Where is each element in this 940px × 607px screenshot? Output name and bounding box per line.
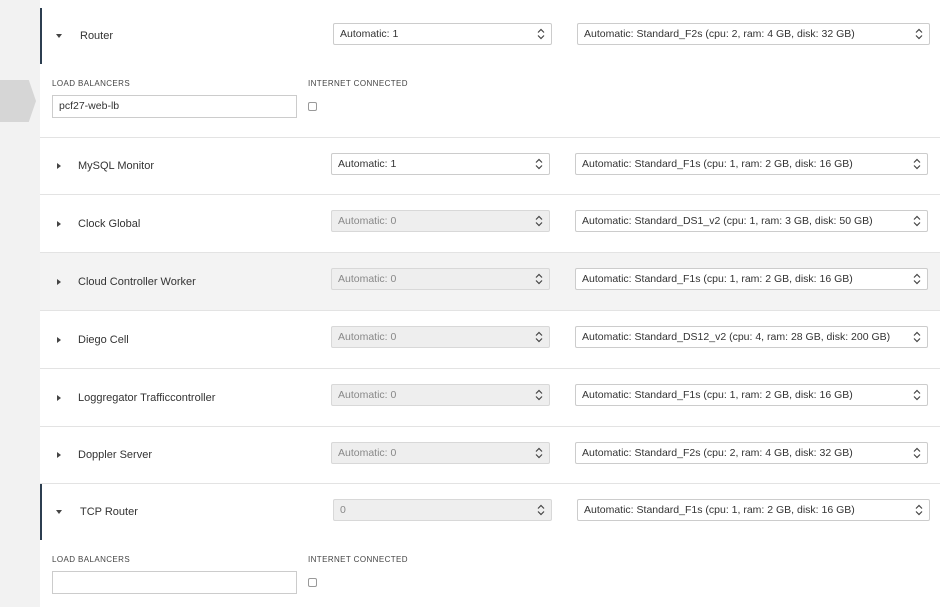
internet-connected-label: INTERNET CONNECTED xyxy=(308,555,408,564)
job-name: Doppler Server xyxy=(78,449,152,461)
chevron-right-icon[interactable] xyxy=(57,394,61,401)
vm-type-select[interactable]: Automatic: Standard_F1s (cpu: 1, ram: 2 … xyxy=(577,499,930,521)
job-name: Clock Global xyxy=(78,217,141,230)
job-name: TCP Router xyxy=(80,506,138,518)
job-row-router: Router Automatic: 1 Automatic: Standard_… xyxy=(40,8,940,64)
select-arrows-icon xyxy=(913,215,921,227)
chevron-right-icon[interactable] xyxy=(57,220,61,227)
job-row-clock-global: Clock Global Automatic: 0 Automatic: Sta… xyxy=(40,195,940,253)
instances-select[interactable]: Automatic: 1 xyxy=(333,23,552,45)
select-arrows-icon xyxy=(535,389,543,401)
instances-select: Automatic: 0 xyxy=(331,210,550,232)
instances-select: Automatic: 0 xyxy=(331,384,550,406)
select-arrows-icon xyxy=(535,158,543,170)
instances-select[interactable]: Automatic: 1 xyxy=(331,153,550,175)
chevron-right-icon[interactable] xyxy=(57,163,61,169)
vm-type-select[interactable]: Automatic: Standard_F1s (cpu: 1, ram: 2 … xyxy=(575,153,928,175)
load-balancers-label: LOAD BALANCERS xyxy=(52,555,131,564)
vm-type-select[interactable]: Automatic: Standard_F2s (cpu: 2, ram: 4 … xyxy=(575,442,928,464)
job-row-doppler-server: Doppler Server Automatic: 0 Automatic: S… xyxy=(40,427,940,484)
vm-type-select[interactable]: Automatic: Standard_DS12_v2 (cpu: 4, ram… xyxy=(575,326,928,348)
section-pointer-tab xyxy=(0,80,36,122)
job-name: Diego Cell xyxy=(78,333,129,346)
select-arrows-icon xyxy=(913,331,921,343)
job-row-cloud-controller-worker: Cloud Controller Worker Automatic: 0 Aut… xyxy=(40,253,940,311)
chevron-right-icon[interactable] xyxy=(57,278,61,285)
select-arrows-icon xyxy=(535,331,543,343)
vm-type-select[interactable]: Automatic: Standard_F1s (cpu: 1, ram: 2 … xyxy=(575,268,928,290)
load-balancers-label: LOAD BALANCERS xyxy=(52,79,131,88)
job-name: Loggregator Trafficcontroller xyxy=(78,391,216,404)
instances-select: Automatic: 0 xyxy=(331,326,550,348)
chevron-down-icon[interactable] xyxy=(56,510,62,514)
job-name: MySQL Monitor xyxy=(78,160,155,172)
load-balancers-input[interactable] xyxy=(52,571,297,594)
select-arrows-icon xyxy=(537,28,545,40)
chevron-right-icon[interactable] xyxy=(57,452,61,458)
select-arrows-icon xyxy=(915,28,923,40)
job-name: Router xyxy=(80,30,114,42)
vm-type-select[interactable]: Automatic: Standard_F2s (cpu: 2, ram: 4 … xyxy=(577,23,930,45)
select-arrows-icon xyxy=(913,389,921,401)
router-network-config: LOAD BALANCERS INTERNET CONNECTED pcf27-… xyxy=(40,64,940,138)
select-arrows-icon xyxy=(913,158,921,170)
vm-type-select[interactable]: Automatic: Standard_F1s (cpu: 1, ram: 2 … xyxy=(575,384,928,406)
chevron-right-icon[interactable] xyxy=(57,336,61,343)
instances-select: 0 xyxy=(333,499,552,521)
select-arrows-icon xyxy=(913,447,921,459)
job-row-diego-cell: Diego Cell Automatic: 0 Automatic: Stand… xyxy=(40,311,940,369)
select-arrows-icon xyxy=(535,215,543,227)
job-row-loggregator-trafficcontroller: Loggregator Trafficcontroller Automatic:… xyxy=(40,369,940,427)
select-arrows-icon xyxy=(537,504,545,516)
internet-connected-checkbox[interactable] xyxy=(308,578,317,587)
select-arrows-icon xyxy=(535,273,543,285)
select-arrows-icon xyxy=(915,504,923,516)
job-name: Cloud Controller Worker xyxy=(78,275,196,288)
internet-connected-checkbox[interactable] xyxy=(308,102,317,111)
chevron-down-icon[interactable] xyxy=(56,34,62,38)
select-arrows-icon xyxy=(535,447,543,459)
job-row-tcp-router: TCP Router 0 Automatic: Standard_F1s (cp… xyxy=(40,484,940,540)
select-arrows-icon xyxy=(913,273,921,285)
job-row-mysql-monitor: MySQL Monitor Automatic: 1 Automatic: St… xyxy=(40,138,940,195)
resource-config-panel: Router Automatic: 1 Automatic: Standard_… xyxy=(40,0,940,607)
load-balancers-input[interactable]: pcf27-web-lb xyxy=(52,95,297,118)
internet-connected-label: INTERNET CONNECTED xyxy=(308,79,408,88)
vm-type-select[interactable]: Automatic: Standard_DS1_v2 (cpu: 1, ram:… xyxy=(575,210,928,232)
instances-select: Automatic: 0 xyxy=(331,268,550,290)
tcp-router-network-config: LOAD BALANCERS INTERNET CONNECTED xyxy=(40,540,940,607)
instances-select: Automatic: 0 xyxy=(331,442,550,464)
